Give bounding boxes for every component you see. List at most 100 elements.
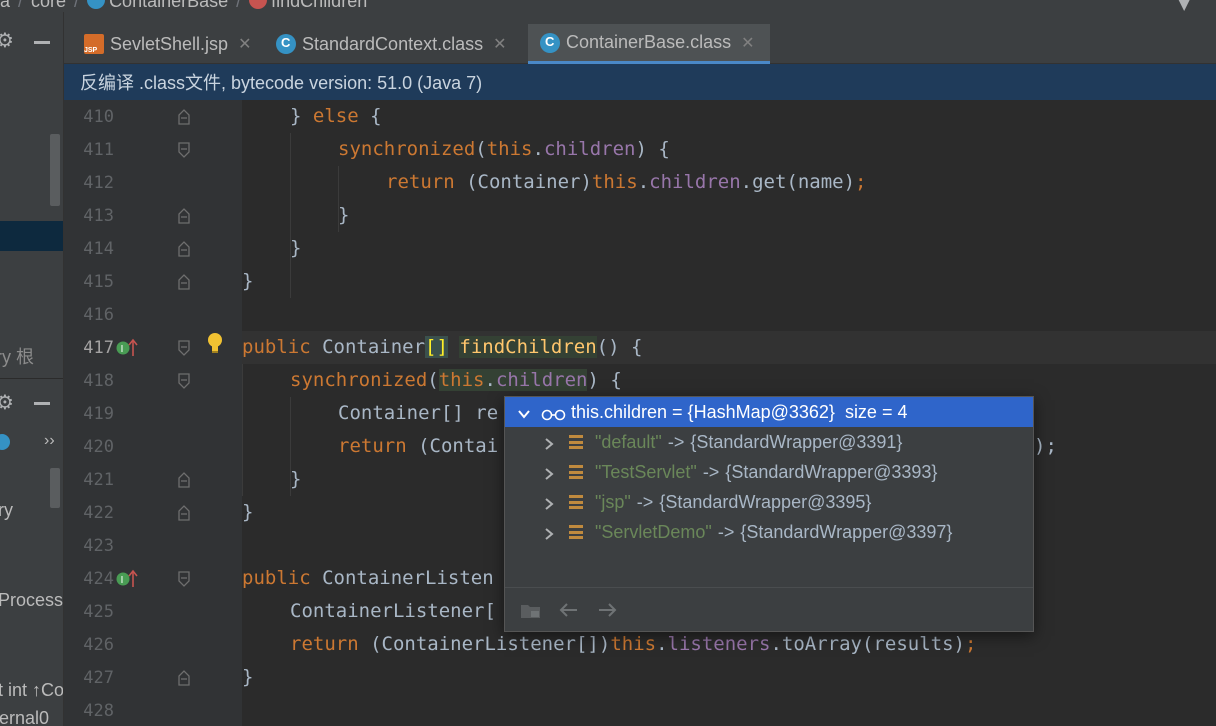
editor-gutter[interactable]: 410 411 412 413 414 415 416 417 418 419 … <box>64 100 242 726</box>
breadcrumb-item[interactable]: findChildren <box>271 0 367 11</box>
chevron-right-icon[interactable] <box>543 435 555 450</box>
fold-start-icon[interactable] <box>177 570 191 588</box>
map-entry-row[interactable]: "default" -> {StandardWrapper@3391} <box>505 427 1033 457</box>
chevron-right-icon[interactable] <box>543 465 555 480</box>
tab-standardcontext-class[interactable]: StandardContext.class ✕ <box>264 24 526 64</box>
overrides-method-icon[interactable]: I <box>116 569 138 589</box>
forward-arrow-icon[interactable] <box>595 598 619 622</box>
frame-item-text[interactable]: Processo <box>0 590 63 611</box>
fold-end-icon[interactable] <box>177 207 191 225</box>
folder-icon[interactable] <box>519 598 543 622</box>
code-token: ) { <box>587 369 622 391</box>
close-icon[interactable]: ✕ <box>238 34 251 54</box>
fold-end-icon[interactable] <box>177 669 191 687</box>
line-number: 418 <box>83 371 114 391</box>
user-icon[interactable]: ▼ <box>1178 0 1202 12</box>
debug-value-popup[interactable]: this.children = {HashMap@3362} size = 4 … <box>504 396 1034 632</box>
keyword-token: this <box>591 171 638 193</box>
breadcrumb-item[interactable]: core <box>31 0 66 11</box>
keyword-token: return <box>338 435 407 457</box>
variable-item-text[interactable]: t int ↑Co <box>0 680 63 701</box>
line-number: 426 <box>83 635 114 655</box>
popup-toolbar <box>505 587 1033 631</box>
project-tool-window: ⚙ ry 根 ⚙ ›› ry Processo t int ↑Co ternal… <box>0 12 64 726</box>
breadcrumb: a / core / ContainerBase / findChildren ▼ <box>0 0 1216 12</box>
fold-end-icon[interactable] <box>177 504 191 522</box>
chevron-down-icon[interactable] <box>517 405 531 419</box>
line-number: 411 <box>83 140 114 160</box>
fold-start-icon[interactable] <box>177 141 191 159</box>
code-line-419: Container[] re <box>338 397 498 430</box>
code-line-414: } <box>290 232 301 265</box>
keyword-token: ; <box>855 171 867 193</box>
popup-root-size: size = 4 <box>844 401 908 422</box>
code-token: (Container) <box>454 171 592 193</box>
keyword-token: this <box>610 633 657 655</box>
code-token: } <box>338 204 350 226</box>
scrollbar[interactable] <box>50 134 60 206</box>
gear-icon[interactable]: ⚙ <box>0 390 14 414</box>
minimize-icon[interactable] <box>34 402 50 405</box>
chevron-right-icon[interactable] <box>543 495 555 510</box>
breadcrumb-item[interactable]: a <box>0 0 10 11</box>
back-arrow-icon[interactable] <box>557 598 581 622</box>
line-number: 424 <box>83 569 114 589</box>
line-number: 413 <box>83 206 114 226</box>
fold-end-icon[interactable] <box>177 471 191 489</box>
close-icon[interactable]: ✕ <box>493 34 506 54</box>
popup-root-row[interactable]: this.children = {HashMap@3362} size = 4 <box>505 397 1033 427</box>
tab-containerbase-class[interactable]: ContainerBase.class ✕ <box>528 24 770 64</box>
code-token: } <box>242 501 254 523</box>
fold-start-icon[interactable] <box>177 339 191 357</box>
breadcrumb-separator: / <box>74 0 80 11</box>
minimize-icon[interactable] <box>34 41 50 44</box>
code-token: () { <box>596 336 643 358</box>
fold-end-icon[interactable] <box>177 240 191 258</box>
class-file-icon <box>276 34 296 54</box>
line-number: 412 <box>83 173 114 193</box>
field-token: children <box>495 369 588 391</box>
breadcrumb-path: a / core / ContainerBase / findChildren <box>0 0 367 12</box>
code-token: . <box>484 369 496 391</box>
fold-start-icon[interactable] <box>177 372 191 390</box>
map-entry-row[interactable]: "jsp" -> {StandardWrapper@3395} <box>505 487 1033 517</box>
more-icon[interactable]: ›› <box>44 432 55 450</box>
line-number: 415 <box>83 272 114 292</box>
entry-key: "jsp" <box>595 491 631 512</box>
svg-text:I: I <box>121 575 124 586</box>
code-token: } <box>242 270 254 292</box>
keyword-token: return <box>386 171 455 193</box>
fold-end-icon[interactable] <box>177 108 191 126</box>
svg-text:I: I <box>121 344 124 355</box>
code-token: ); <box>1034 435 1057 457</box>
overrides-method-icon[interactable]: I <box>116 338 138 358</box>
breadcrumb-item[interactable]: ContainerBase <box>109 0 228 11</box>
code-line-427: } <box>242 661 253 694</box>
code-token: } <box>290 468 302 490</box>
scrollbar[interactable] <box>50 468 60 508</box>
tab-sevletshell-jsp[interactable]: SevletShell.jsp ✕ <box>72 24 262 64</box>
code-line-424: public ContainerListen <box>242 562 494 595</box>
gear-icon[interactable]: ⚙ <box>0 28 14 52</box>
field-token: listeners <box>667 633 771 655</box>
code-line-425: ContainerListener[ <box>290 595 496 628</box>
line-number: 422 <box>83 503 114 523</box>
fold-end-icon[interactable] <box>177 273 191 291</box>
code-token: Container <box>310 336 426 358</box>
variable-item-text[interactable]: ternal0 <box>0 708 49 726</box>
debug-icon[interactable] <box>0 434 10 450</box>
map-entry-row[interactable]: "ServletDemo" -> {StandardWrapper@3397} <box>505 517 1033 547</box>
lightbulb-icon[interactable] <box>206 332 224 354</box>
frame-item-text[interactable]: ry <box>0 500 13 521</box>
close-icon[interactable]: ✕ <box>741 33 754 53</box>
breadcrumb-separator: / <box>236 0 242 11</box>
chevron-right-icon[interactable] <box>543 525 555 540</box>
selected-tree-row[interactable] <box>0 221 63 251</box>
tree-item-text[interactable]: ry 根 <box>0 343 34 369</box>
map-entry-row[interactable]: "TestServlet" -> {StandardWrapper@3393} <box>505 457 1033 487</box>
entry-key: "ServletDemo" <box>595 521 712 542</box>
entry-arrow: -> <box>636 491 654 512</box>
keyword-token: return <box>290 633 359 655</box>
keyword-token: else <box>312 105 359 127</box>
